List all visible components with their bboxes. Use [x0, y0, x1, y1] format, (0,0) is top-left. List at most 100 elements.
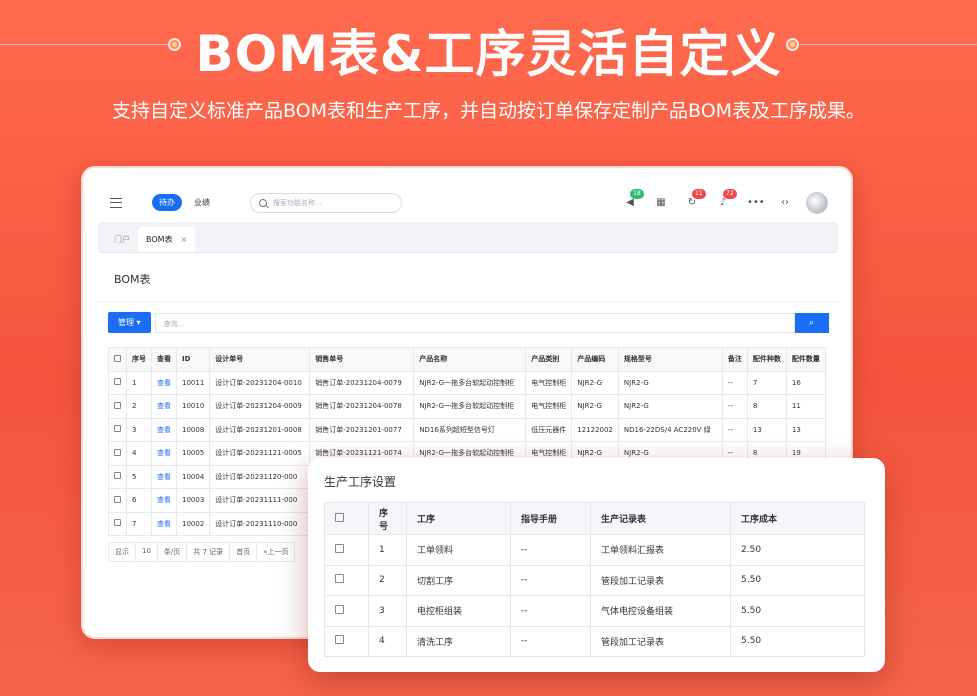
tab-portal[interactable]: 门户: [106, 227, 138, 252]
pager-per: 条/页: [156, 542, 188, 562]
checkbox[interactable]: [335, 604, 344, 614]
query-button[interactable]: ⌕: [794, 312, 829, 333]
table-header-row: 序号 查看 ID 设计单号 销售单号 产品名称 产品类别 产品编码 规格型号 备…: [108, 347, 826, 372]
search-icon: ⌕: [809, 317, 815, 328]
table-row[interactable]: 2 查看 10010 设计订单-20231204-0009 销售订单-20231204-…: [108, 394, 826, 419]
row-select-cell[interactable]: [324, 534, 369, 566]
search-icon: [259, 198, 267, 207]
view-link[interactable]: 查看: [151, 464, 177, 489]
tab-todo[interactable]: 待办: [152, 194, 182, 211]
table-cell: 1: [126, 370, 152, 395]
view-link[interactable]: 查看: [151, 394, 177, 419]
tab-performance[interactable]: 业绩: [194, 197, 210, 208]
table-cell: 低压元器件: [525, 417, 573, 442]
table-cell: 13: [785, 417, 826, 442]
view-link[interactable]: 查看: [151, 488, 177, 513]
checkbox[interactable]: [114, 401, 121, 409]
view-link[interactable]: 查看: [151, 417, 177, 442]
process-table: 序号 工序 指导手册 生产记录表 工序成本 1 工单领料 -- 工单领料汇报表 2.50…: [324, 502, 865, 657]
checkbox[interactable]: [114, 495, 121, 503]
table-cell: 7: [746, 370, 787, 395]
row-select-cell[interactable]: [324, 625, 369, 657]
row-select-cell[interactable]: [108, 441, 127, 466]
toolbar: 管理 ▾ 查询... ⌕: [98, 302, 838, 333]
row-select-cell[interactable]: [108, 417, 127, 442]
row-select-cell[interactable]: [108, 370, 127, 395]
column-header: 指导手册: [510, 502, 591, 535]
table-cell: 10010: [175, 394, 211, 419]
checkbox[interactable]: [114, 354, 121, 362]
menu-icon[interactable]: [110, 197, 122, 208]
table-cell: 13: [746, 417, 787, 442]
row-select-cell[interactable]: [108, 394, 127, 419]
view-link[interactable]: 查看: [151, 441, 177, 466]
table-cell: 设计订单-20231120-000: [209, 464, 311, 489]
code-icon[interactable]: ‹›: [778, 196, 792, 210]
table-cell: 设计订单-20231110-000: [209, 511, 311, 536]
checkbox[interactable]: [114, 519, 121, 527]
row-select-cell[interactable]: [108, 488, 127, 513]
checkbox[interactable]: [335, 574, 344, 584]
table-row[interactable]: 2 切割工序 -- 管段加工记录表 5.50: [324, 564, 865, 596]
table-cell: 8: [746, 394, 787, 419]
table-cell: 4: [368, 625, 407, 657]
row-select-cell[interactable]: [108, 511, 127, 536]
page-tabs: 门户 BOM表 ×: [98, 223, 838, 253]
tab-bom-label: BOM表: [146, 235, 173, 244]
table-row[interactable]: 3 查看 10008 设计订单-20231201-0008 销售订单-20231201-…: [108, 417, 826, 442]
table-cell: NJR2-G: [571, 370, 619, 395]
pager-show: 显示: [108, 542, 136, 562]
manage-button[interactable]: 管理 ▾: [108, 312, 151, 333]
column-header: 设计单号: [209, 347, 311, 372]
checkbox[interactable]: [114, 425, 121, 433]
table-cell: NJR2-G: [571, 394, 619, 419]
close-icon[interactable]: ×: [181, 235, 188, 244]
row-select-cell[interactable]: [324, 595, 369, 627]
avatar[interactable]: [806, 192, 828, 214]
column-header: 序号: [368, 502, 407, 535]
column-header: 工序: [406, 502, 511, 535]
table-cell: ND16-22DS/4 AC220V 绿: [617, 417, 723, 442]
row-select-cell[interactable]: [324, 564, 369, 596]
search-placeholder: 搜索功能名称...: [273, 198, 322, 207]
view-link[interactable]: 查看: [151, 370, 177, 395]
checkbox[interactable]: [114, 448, 121, 456]
table-cell: 销售订单-20231204-0078: [309, 394, 415, 419]
table-cell: 4: [126, 441, 152, 466]
checkbox[interactable]: [335, 635, 344, 645]
table-row[interactable]: 3 电控柜组装 -- 气体电控设备组装 5.50: [324, 595, 865, 627]
table-cell: 切割工序: [406, 564, 511, 596]
tab-bom[interactable]: BOM表 ×: [138, 227, 196, 252]
table-cell: 2: [126, 394, 152, 419]
checkbox[interactable]: [335, 543, 344, 553]
select-all-cell[interactable]: [108, 347, 127, 372]
decor-line-right: [800, 44, 977, 45]
view-link[interactable]: 查看: [151, 511, 177, 536]
column-header: 工序成本: [730, 502, 865, 535]
search-input[interactable]: 搜索功能名称...: [250, 192, 402, 213]
query-input[interactable]: 查询...: [154, 312, 795, 333]
column-header: 查看: [151, 347, 177, 372]
refresh-icon[interactable]: ↻ 11: [685, 189, 706, 210]
select-all-cell[interactable]: [324, 502, 369, 535]
bell-icon[interactable]: ♪ 72: [716, 189, 737, 210]
more-icon[interactable]: •••: [747, 196, 765, 210]
table-row[interactable]: 1 工单领料 -- 工单领料汇报表 2.50: [324, 534, 865, 566]
checkbox[interactable]: [114, 472, 121, 480]
table-row[interactable]: 1 查看 10011 设计订单-20231204-0010 销售订单-20231204-…: [108, 370, 826, 395]
table-cell: 11: [785, 394, 826, 419]
table-cell: NJR2-G一拖多台软起动控制柜: [413, 370, 527, 395]
first-page-button[interactable]: 首页: [229, 542, 258, 562]
row-select-cell[interactable]: [108, 464, 127, 489]
column-header: 产品类别: [525, 347, 573, 372]
table-cell: --: [721, 417, 748, 442]
page-size-select[interactable]: 10: [135, 542, 158, 562]
column-header: 销售单号: [309, 347, 415, 372]
table-row[interactable]: 4 清洗工序 -- 管段加工记录表 5.50: [324, 625, 865, 657]
message-icon[interactable]: ◀ 18: [623, 189, 644, 210]
calendar-icon[interactable]: ▦: [654, 196, 668, 210]
prev-page-button[interactable]: «上一页: [256, 542, 296, 562]
checkbox[interactable]: [114, 378, 121, 386]
column-header: 序号: [126, 347, 152, 372]
checkbox[interactable]: [335, 512, 344, 522]
